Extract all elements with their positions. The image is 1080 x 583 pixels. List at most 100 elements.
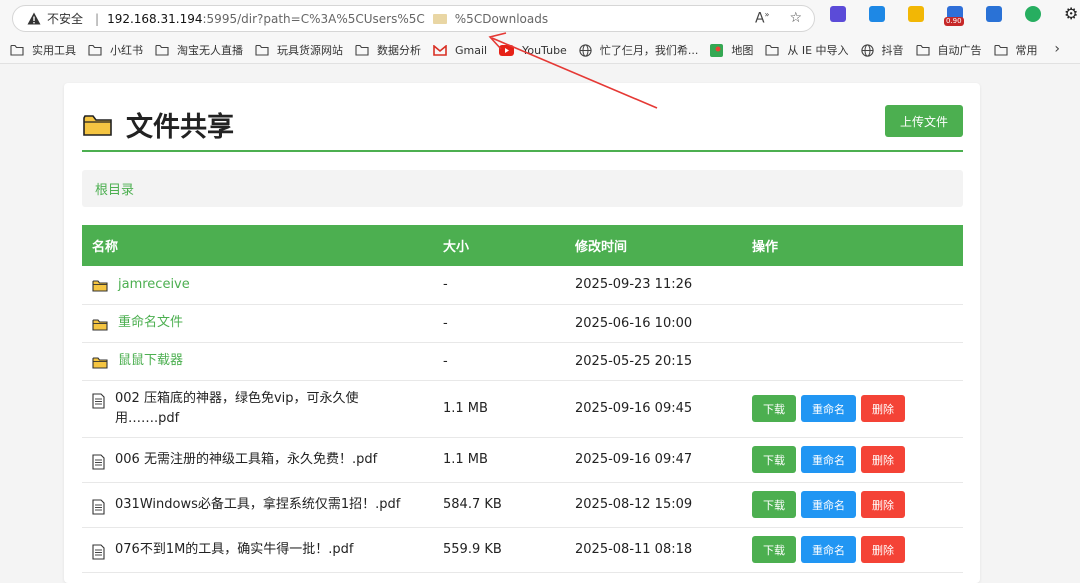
extension-tampermonkey-icon[interactable] xyxy=(908,6,924,22)
settings-gear-icon[interactable]: ⚙ xyxy=(1064,6,1080,22)
modified-cell: 2025-09-23 11:26 xyxy=(565,266,742,305)
extension-save-icon[interactable] xyxy=(986,6,1002,22)
file-row: 006 无需注册的神级工具箱，永久免费！.pdf 1.1 MB 2025-09-16… xyxy=(82,437,963,483)
file-row: 031Windows必备工具，拿捏系统仅需1招！.pdf 584.7 KB 2025… xyxy=(82,482,963,528)
name-cell: jamreceive xyxy=(82,266,433,305)
read-aloud-icon[interactable]: A» xyxy=(755,10,769,27)
bookmark-item[interactable]: 数据分析 xyxy=(355,42,421,58)
bookmark-item[interactable]: Gmail xyxy=(433,44,487,57)
bookmark-label: 抖音 xyxy=(881,44,904,57)
breadcrumb-root-link[interactable]: 根目录 xyxy=(95,179,134,198)
actions-cell: 下载 重命名 删除 xyxy=(742,527,963,573)
bookmark-item[interactable]: 常用 xyxy=(993,42,1038,58)
directory-link[interactable]: 重命名文件 xyxy=(118,313,183,333)
file-table: 名称 大小 修改时间 操作 jamreceive -2025-09-23 11:2… xyxy=(82,225,963,573)
size-cell: - xyxy=(433,304,565,343)
column-header-size: 大小 xyxy=(433,225,565,266)
folder-icon xyxy=(92,277,113,292)
table-header-row: 名称 大小 修改时间 操作 xyxy=(82,225,963,266)
folder-icon xyxy=(993,44,1012,56)
bookmarks-bar: 实用工具 小红书 淘宝无人直播 玩具货源网站 数据分析 Gmail YouTube 忙了仨月，… xyxy=(0,37,1080,64)
actions-cell: 下载 重命名 删除 xyxy=(742,482,963,528)
bookmark-item[interactable]: 淘宝无人直播 xyxy=(155,42,243,58)
extensions-bar: 0.90 ⚙ xyxy=(830,6,1080,26)
name-cell: 鼠鼠下载器 xyxy=(82,342,433,381)
name-cell: 031Windows必备工具，拿捏系统仅需1招！.pdf xyxy=(82,482,433,528)
modified-cell: 2025-09-16 09:45 xyxy=(565,380,742,438)
size-cell: 1.1 MB xyxy=(433,437,565,483)
directory-link[interactable]: 鼠鼠下载器 xyxy=(118,351,183,371)
rename-button[interactable]: 重命名 xyxy=(801,491,856,518)
delete-button[interactable]: 删除 xyxy=(861,446,905,473)
directory-link[interactable]: jamreceive xyxy=(118,275,190,295)
extension-puzzle-icon[interactable] xyxy=(830,6,846,22)
name-cell: 重命名文件 xyxy=(82,304,433,343)
rename-button[interactable]: 重命名 xyxy=(801,446,856,473)
bookmark-item[interactable]: 实用工具 xyxy=(10,42,76,58)
title-divider xyxy=(82,150,963,152)
bookmark-item[interactable]: 玩具货源网站 xyxy=(255,42,343,58)
bookmarks-more-icon[interactable]: › xyxy=(1054,41,1060,57)
bookmark-label: 小红书 xyxy=(110,44,143,57)
bookmark-label: 从 IE 中导入 xyxy=(787,44,849,57)
download-button[interactable]: 下载 xyxy=(752,446,796,473)
bookmark-label: YouTube xyxy=(522,43,567,57)
address-separator: | xyxy=(95,11,100,26)
column-header-modified: 修改时间 xyxy=(565,225,742,266)
bookmark-item[interactable]: 从 IE 中导入 xyxy=(765,42,849,58)
url-path: :5995/dir?path=C%3A%5CUsers%5C xyxy=(202,11,425,26)
rename-button[interactable]: 重命名 xyxy=(801,536,856,563)
actions-cell: 下载 重命名 删除 xyxy=(742,380,963,438)
modified-cell: 2025-05-25 20:15 xyxy=(565,342,742,381)
delete-button[interactable]: 删除 xyxy=(861,536,905,563)
bookmark-label: 玩具货源网站 xyxy=(277,44,343,57)
name-cell: 006 无需注册的神级工具箱，永久免费！.pdf xyxy=(82,437,433,483)
download-button[interactable]: 下载 xyxy=(752,491,796,518)
bookmark-label: 忙了仨月，我们希... xyxy=(599,44,699,57)
extension-badge: 0.90 xyxy=(944,17,964,26)
folder-icon xyxy=(915,44,934,56)
modified-cell: 2025-06-16 10:00 xyxy=(565,304,742,343)
bookmark-item[interactable]: 地图 xyxy=(710,42,753,58)
bookmark-item[interactable]: 自动广告 xyxy=(915,42,982,58)
directory-row: 重命名文件 -2025-06-16 10:00 xyxy=(82,304,963,343)
bookmark-label: Gmail xyxy=(455,43,488,57)
file-icon xyxy=(92,391,110,409)
delete-button[interactable]: 删除 xyxy=(861,395,905,422)
delete-button[interactable]: 删除 xyxy=(861,491,905,518)
folder-icon xyxy=(255,44,273,56)
extension-translate-icon[interactable] xyxy=(869,6,885,22)
folder-icon xyxy=(765,44,783,56)
extension-pricetag-icon[interactable]: 0.90 xyxy=(944,6,964,26)
download-button[interactable]: 下载 xyxy=(752,395,796,422)
bookmark-label: 常用 xyxy=(1015,44,1038,57)
gmail-icon xyxy=(433,44,451,56)
size-cell: 584.7 KB xyxy=(433,482,565,528)
bookmark-item[interactable]: 抖音 xyxy=(860,42,904,58)
warning-icon[interactable] xyxy=(27,12,41,26)
insecure-label[interactable]: 不安全 xyxy=(47,10,83,27)
directory-row: jamreceive -2025-09-23 11:26 xyxy=(82,266,963,305)
name-cell: 002 压箱底的神器，绿色免vip，可永久使用…….pdf xyxy=(82,380,433,438)
size-cell: - xyxy=(433,342,565,381)
directory-row: 鼠鼠下载器 -2025-05-25 20:15 xyxy=(82,342,963,381)
rename-button[interactable]: 重命名 xyxy=(801,395,856,422)
bookmark-item[interactable]: 忙了仨月，我们希... xyxy=(579,42,699,58)
title-folder-icon xyxy=(83,114,112,136)
folder-icon xyxy=(10,44,28,56)
file-share-panel: 文件共享 上传文件 根目录 名称 大小 修改时间 操作 jamreceive -2… xyxy=(64,83,980,583)
folder-icon xyxy=(155,44,173,56)
bookmark-label: 地图 xyxy=(731,44,754,57)
upload-file-button[interactable]: 上传文件 xyxy=(885,105,963,137)
favorite-star-icon[interactable]: ☆ xyxy=(789,10,802,27)
modified-cell: 2025-08-11 08:18 xyxy=(565,527,742,573)
download-button[interactable]: 下载 xyxy=(752,536,796,563)
bookmark-item[interactable]: YouTube xyxy=(499,44,567,57)
bookmark-label: 淘宝无人直播 xyxy=(177,44,243,57)
address-bar[interactable]: 不安全 | 192.168.31.194 :5995/dir?path=C%3A… xyxy=(12,5,815,32)
bookmark-item[interactable]: 小红书 xyxy=(88,42,143,58)
extension-check-icon[interactable] xyxy=(1025,6,1041,22)
column-header-actions: 操作 xyxy=(742,225,963,266)
name-cell: 076不到1M的工具，确实牛得一批！.pdf xyxy=(82,527,433,573)
size-cell: 559.9 KB xyxy=(433,527,565,573)
